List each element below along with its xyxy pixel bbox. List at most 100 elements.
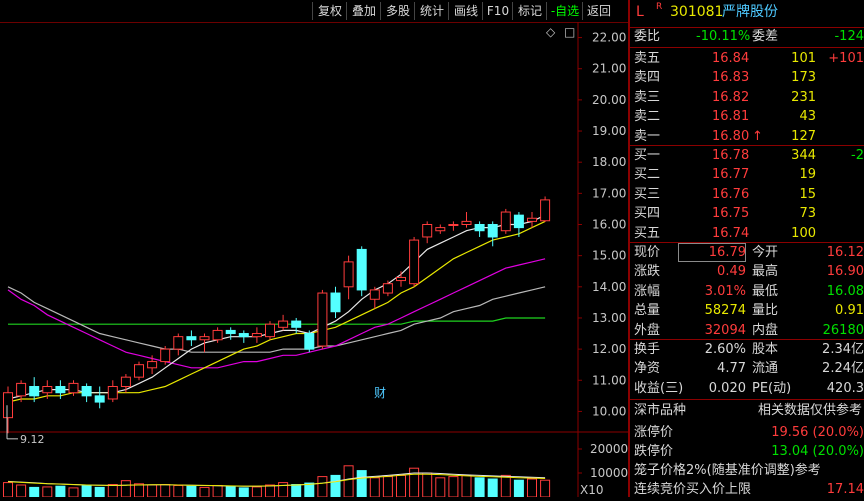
stock-name: 严牌股份 [722,4,778,20]
stat-row: 涨跌 0.49 最高 16.90 [634,262,864,281]
candle-body [42,386,53,394]
volume-bar [369,477,380,498]
stat-label: 流通 [752,361,779,377]
ma10-line [7,220,546,403]
price-tick-label: 18.00 [592,155,626,169]
bid-label: 买二 [634,167,661,183]
candle-body [369,289,380,300]
quote-panel: L R 301081 严牌股份 委比 -10.11% 委差 -124 卖五 16.… [628,0,864,497]
volume-bar [16,484,27,498]
kline-chart[interactable]: 22.00 21.00 20.00 19.00 18.00 17.00 16.00 15.00… [0,22,628,498]
volume-bar [107,484,118,498]
ask-label: 卖二 [634,109,661,125]
volume-bar [94,486,105,498]
stat-row: 现价 16.79 今开 16.12 [634,243,864,262]
candle-body [500,211,511,232]
weicha-label: 委差 [752,29,779,44]
limit-down-label: 跌停价 [634,444,674,459]
volume-bar [343,465,354,498]
candle-body [29,386,40,397]
volume-bar [396,474,406,498]
stat-label: 总量 [634,303,661,319]
toolbar-button-1[interactable]: 叠加 [346,2,381,20]
volume-bar [147,484,158,498]
stat-value: 0.020 [708,380,746,396]
candle-body [474,224,485,232]
price-tick-label: 22.00 [592,31,626,45]
ask-row: 卖三 16.82 231 [634,88,864,107]
stat-value: 2.34亿 [822,342,864,357]
ask-price: 16.82 [712,89,750,105]
toolbar-button-3[interactable]: 统计 [414,2,449,20]
volume-bar [55,485,66,498]
ask-row: 卖四 16.83 173 [634,68,864,87]
toolbar-button-8[interactable]: 返回 [582,2,615,20]
bid-label: 买一 [634,148,661,163]
stat-label: PE(动) [752,380,792,396]
candle-body [147,361,158,369]
candle-body [238,333,249,338]
price-tick-label: 13.00 [592,311,626,325]
weibi-value: -10.11% [696,29,751,44]
bid-price: 16.74 [712,225,750,241]
stat-value: 32094 [704,322,746,338]
stat-value: 0.91 [835,303,864,319]
volume-bar [68,487,79,498]
ask-price: 16.81 [712,109,750,125]
ma120-line [8,317,546,325]
bid-volume: 15 [799,186,816,202]
stat-value: 420.3 [826,380,864,396]
stat-label: 涨幅 [634,283,661,299]
chart-toolbar: 复权 叠加 多股 统计 画线 F10 标记 -自选 返回 [0,0,628,23]
volume-bar [29,486,40,498]
stat-label: 现价 [634,245,661,260]
volume-bar [527,478,537,498]
toolbar-button-2[interactable]: 多股 [380,2,415,20]
stat-label: 量比 [752,303,779,319]
stock-code: 301081 [670,4,724,20]
bid-row: 买三 16.76 15 [634,185,864,204]
candle-body [120,376,131,387]
toolbar-button-0[interactable]: 复权 [312,2,347,20]
volume-bar [173,484,184,498]
volume-tick-label: 10000 [590,466,628,480]
candle-body [265,323,275,338]
toolbar-button-7[interactable]: -自选 [546,2,583,20]
candle-body [330,292,341,313]
candle-body [396,276,406,282]
volume-bar [199,486,210,498]
bid-price: 16.75 [712,206,750,222]
stat-label: 内盘 [752,322,779,338]
volume-bar [238,487,249,498]
volume-bar [278,482,289,498]
toolbar-button-5[interactable]: F10 [482,2,513,20]
candle-body [409,239,420,285]
ask-volume: 173 [791,70,816,86]
stat-label: 收益(三) [634,380,684,396]
low-marker-label: 9.12 [20,433,45,446]
price-tick-label: 14.00 [592,280,626,294]
volume-bar [435,477,446,498]
bid-row: 买一 16.78 344 -2 [634,146,864,165]
toolbar-button-6[interactable]: 标记 [512,2,547,20]
ask-price: 16.80 [712,128,750,144]
bid-label: 买五 [634,225,661,241]
candle-body [461,220,472,225]
current-price-box [678,243,746,262]
toolbar-button-4[interactable]: 画线 [448,2,483,20]
volume-bar [422,472,433,498]
candle-body [107,386,118,400]
ask-label: 卖四 [634,70,661,86]
volume-bar [487,478,498,498]
bid-row: 买四 16.75 73 [634,204,864,223]
candle-body [225,329,236,335]
candle-body [94,395,105,403]
ma60-line [7,286,546,353]
volume-bar [120,480,131,498]
ask-volume: 127 [791,128,816,144]
bid-label: 买四 [634,206,661,222]
stat-row: 涨幅 3.01% 最低 16.08 [634,282,864,301]
weibi-label: 委比 [634,29,661,44]
volume-bar [317,476,328,498]
ask-row: 卖二 16.81 43 [634,107,864,126]
